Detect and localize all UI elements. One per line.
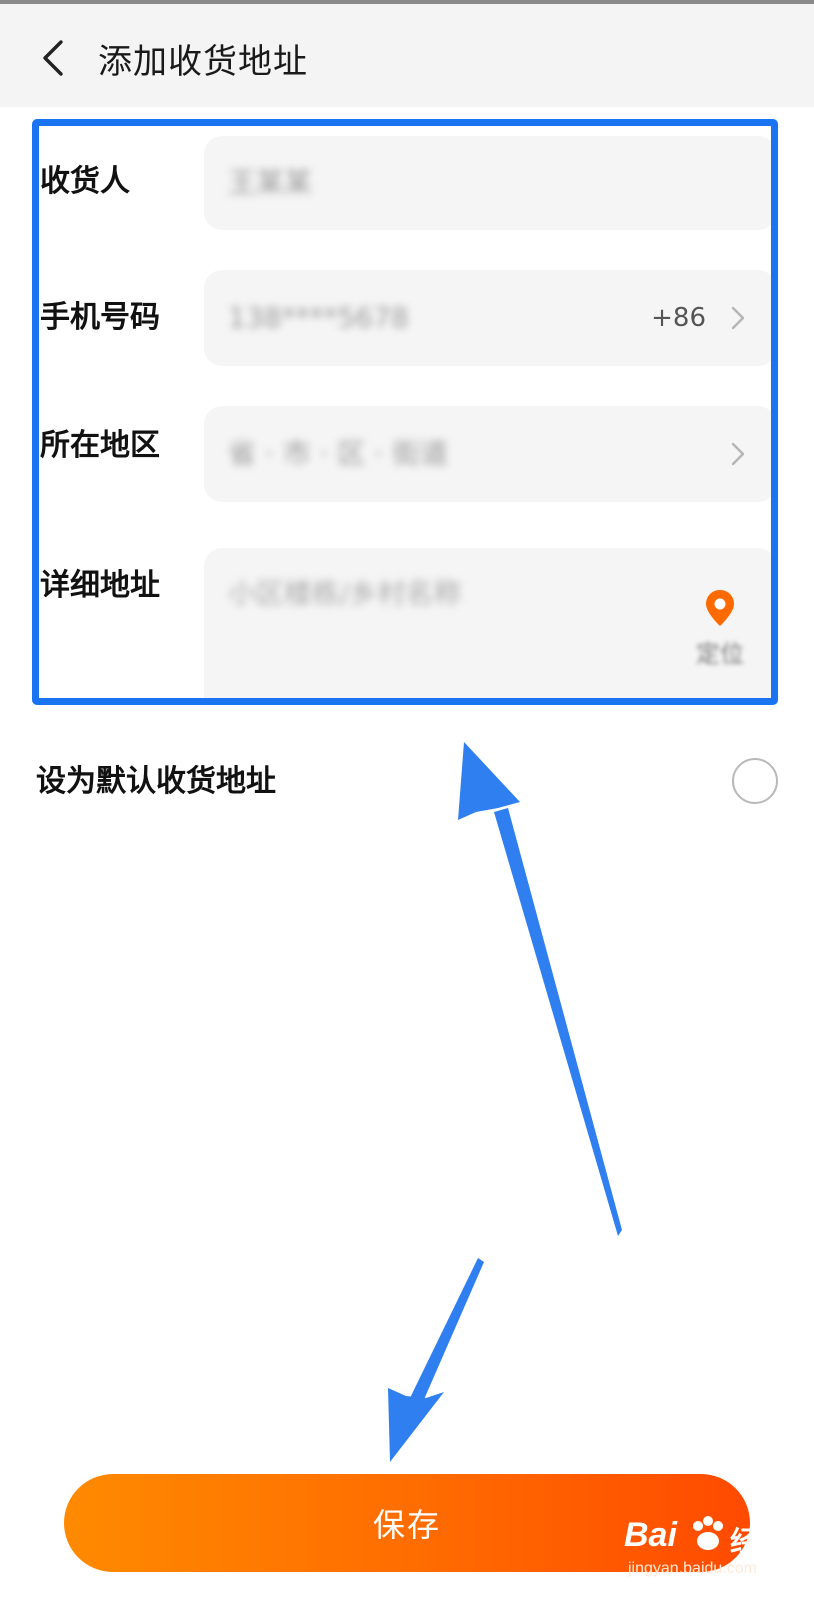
detail-address-input[interactable]: 小区楼栋/乡村名称 定位: [204, 548, 776, 700]
watermark-url: jingyan.baidu.com: [628, 1560, 757, 1577]
region-value: 省 · 市 · 区 · 街道: [228, 437, 449, 470]
receiver-label: 收货人: [40, 164, 130, 199]
page-title: 添加收货地址: [98, 42, 308, 82]
receiver-value: 王某某: [228, 166, 313, 199]
back-button[interactable]: [30, 36, 74, 80]
watermark-brand-suffix: 经验: [730, 1526, 787, 1557]
annotation-arrow-up: [458, 742, 622, 1236]
default-address-label: 设为默认收货地址: [36, 764, 276, 799]
phone-value: 138****5678: [228, 301, 409, 334]
chevron-left-icon: [43, 40, 63, 76]
default-address-radio[interactable]: [732, 758, 778, 804]
chevron-right-icon: [724, 440, 752, 468]
receiver-input[interactable]: 王某某: [204, 136, 776, 230]
detail-address-label: 详细地址: [40, 568, 160, 603]
paw-icon: [693, 1516, 723, 1550]
page-header: 添加收货地址: [0, 4, 814, 107]
baidu-watermark: Bai 经验 jingyan.baidu.com: [624, 1516, 794, 1588]
phone-input[interactable]: 138****5678 +86: [204, 270, 776, 366]
locate-label: 定位: [696, 640, 744, 668]
region-selector[interactable]: 省 · 市 · 区 · 街道: [204, 406, 776, 502]
chevron-right-icon: [724, 304, 752, 332]
watermark-brand: Bai: [624, 1516, 677, 1554]
country-code-selector[interactable]: +86: [651, 300, 706, 336]
phone-label: 手机号码: [40, 300, 160, 335]
location-pin-icon: [706, 590, 734, 626]
annotation-arrow-down: [388, 1258, 484, 1462]
region-label: 所在地区: [40, 428, 160, 463]
locate-button[interactable]: 定位: [680, 588, 760, 672]
detail-address-placeholder: 小区楼栋/乡村名称: [228, 577, 462, 610]
save-button-label: 保存: [372, 1506, 441, 1544]
